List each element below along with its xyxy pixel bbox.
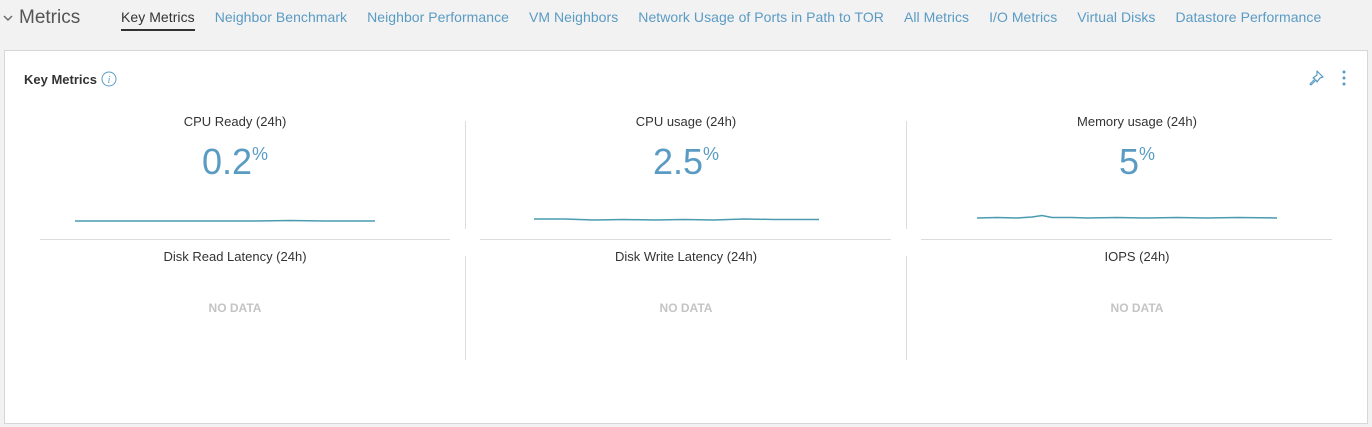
row-divider bbox=[40, 239, 450, 240]
metric-value: 2.5% bbox=[476, 141, 896, 183]
info-icon[interactable]: i bbox=[101, 71, 117, 87]
sparkline-memory-usage bbox=[977, 214, 1277, 219]
metric-label: Disk Read Latency (24h) bbox=[163, 249, 307, 264]
no-data-label: NO DATA bbox=[208, 301, 262, 315]
no-data-label: NO DATA bbox=[659, 301, 713, 315]
tab-bar: Key Metrics Neighbor Benchmark Neighbor … bbox=[121, 9, 1341, 31]
tab-datastore-performance[interactable]: Datastore Performance bbox=[1176, 9, 1322, 31]
metric-number: 2.5 bbox=[652, 141, 704, 182]
metric-unit: % bbox=[703, 144, 720, 164]
metrics-header: Metrics Key Metrics Neighbor Benchmark N… bbox=[0, 0, 1372, 40]
metric-cpu-usage[interactable]: CPU usage (24h) 2.5% bbox=[476, 111, 896, 229]
column-divider bbox=[906, 256, 907, 360]
column-divider bbox=[465, 256, 466, 360]
tab-vm-neighbors[interactable]: VM Neighbors bbox=[529, 9, 618, 31]
metric-iops[interactable]: IOPS (24h) NO DATA bbox=[927, 246, 1347, 346]
key-metrics-card: Key Metrics i CPU Ready (24h) 0.2% CPU u… bbox=[4, 50, 1368, 424]
metric-cpu-ready[interactable]: CPU Ready (24h) 0.2% bbox=[25, 111, 445, 229]
chevron-down-icon bbox=[3, 15, 13, 21]
tab-virtual-disks[interactable]: Virtual Disks bbox=[1077, 9, 1155, 31]
metric-value: 5% bbox=[927, 141, 1347, 183]
metric-value: 0.2% bbox=[25, 141, 445, 183]
tab-neighbor-performance[interactable]: Neighbor Performance bbox=[367, 9, 509, 31]
tab-all-metrics[interactable]: All Metrics bbox=[904, 9, 969, 31]
metric-label: CPU usage (24h) bbox=[635, 114, 737, 129]
metric-unit: % bbox=[252, 144, 269, 164]
metric-unit: % bbox=[1139, 144, 1156, 164]
metric-label: CPU Ready (24h) bbox=[183, 114, 287, 129]
tab-neighbor-benchmark[interactable]: Neighbor Benchmark bbox=[215, 9, 347, 31]
row-divider bbox=[921, 239, 1332, 240]
more-vertical-icon[interactable] bbox=[1338, 69, 1350, 87]
tab-io-metrics[interactable]: I/O Metrics bbox=[989, 9, 1057, 31]
row-divider bbox=[480, 239, 891, 240]
column-divider bbox=[465, 121, 466, 229]
metric-label: Memory usage (24h) bbox=[1077, 114, 1197, 129]
sparkline-cpu-usage bbox=[534, 218, 819, 221]
metric-label: IOPS (24h) bbox=[1104, 249, 1170, 264]
section-title: Metrics bbox=[19, 7, 81, 28]
pin-icon[interactable] bbox=[1307, 69, 1325, 87]
tab-network-usage[interactable]: Network Usage of Ports in Path to TOR bbox=[638, 9, 884, 31]
card-title: Key Metrics bbox=[24, 71, 97, 87]
metric-disk-write-latency[interactable]: Disk Write Latency (24h) NO DATA bbox=[476, 246, 896, 346]
metric-label: Disk Write Latency (24h) bbox=[614, 249, 758, 264]
column-divider bbox=[906, 121, 907, 229]
metric-memory-usage[interactable]: Memory usage (24h) 5% bbox=[927, 111, 1347, 229]
card-header: Key Metrics i bbox=[24, 71, 117, 87]
sparkline-cpu-ready bbox=[75, 219, 375, 222]
section-toggle[interactable]: Metrics bbox=[2, 6, 80, 30]
metric-number: 0.2 bbox=[201, 141, 253, 182]
no-data-label: NO DATA bbox=[1110, 301, 1164, 315]
metric-disk-read-latency[interactable]: Disk Read Latency (24h) NO DATA bbox=[25, 246, 445, 346]
metric-number: 5 bbox=[1118, 141, 1139, 182]
tab-key-metrics[interactable]: Key Metrics bbox=[121, 9, 195, 31]
svg-text:i: i bbox=[108, 75, 111, 86]
